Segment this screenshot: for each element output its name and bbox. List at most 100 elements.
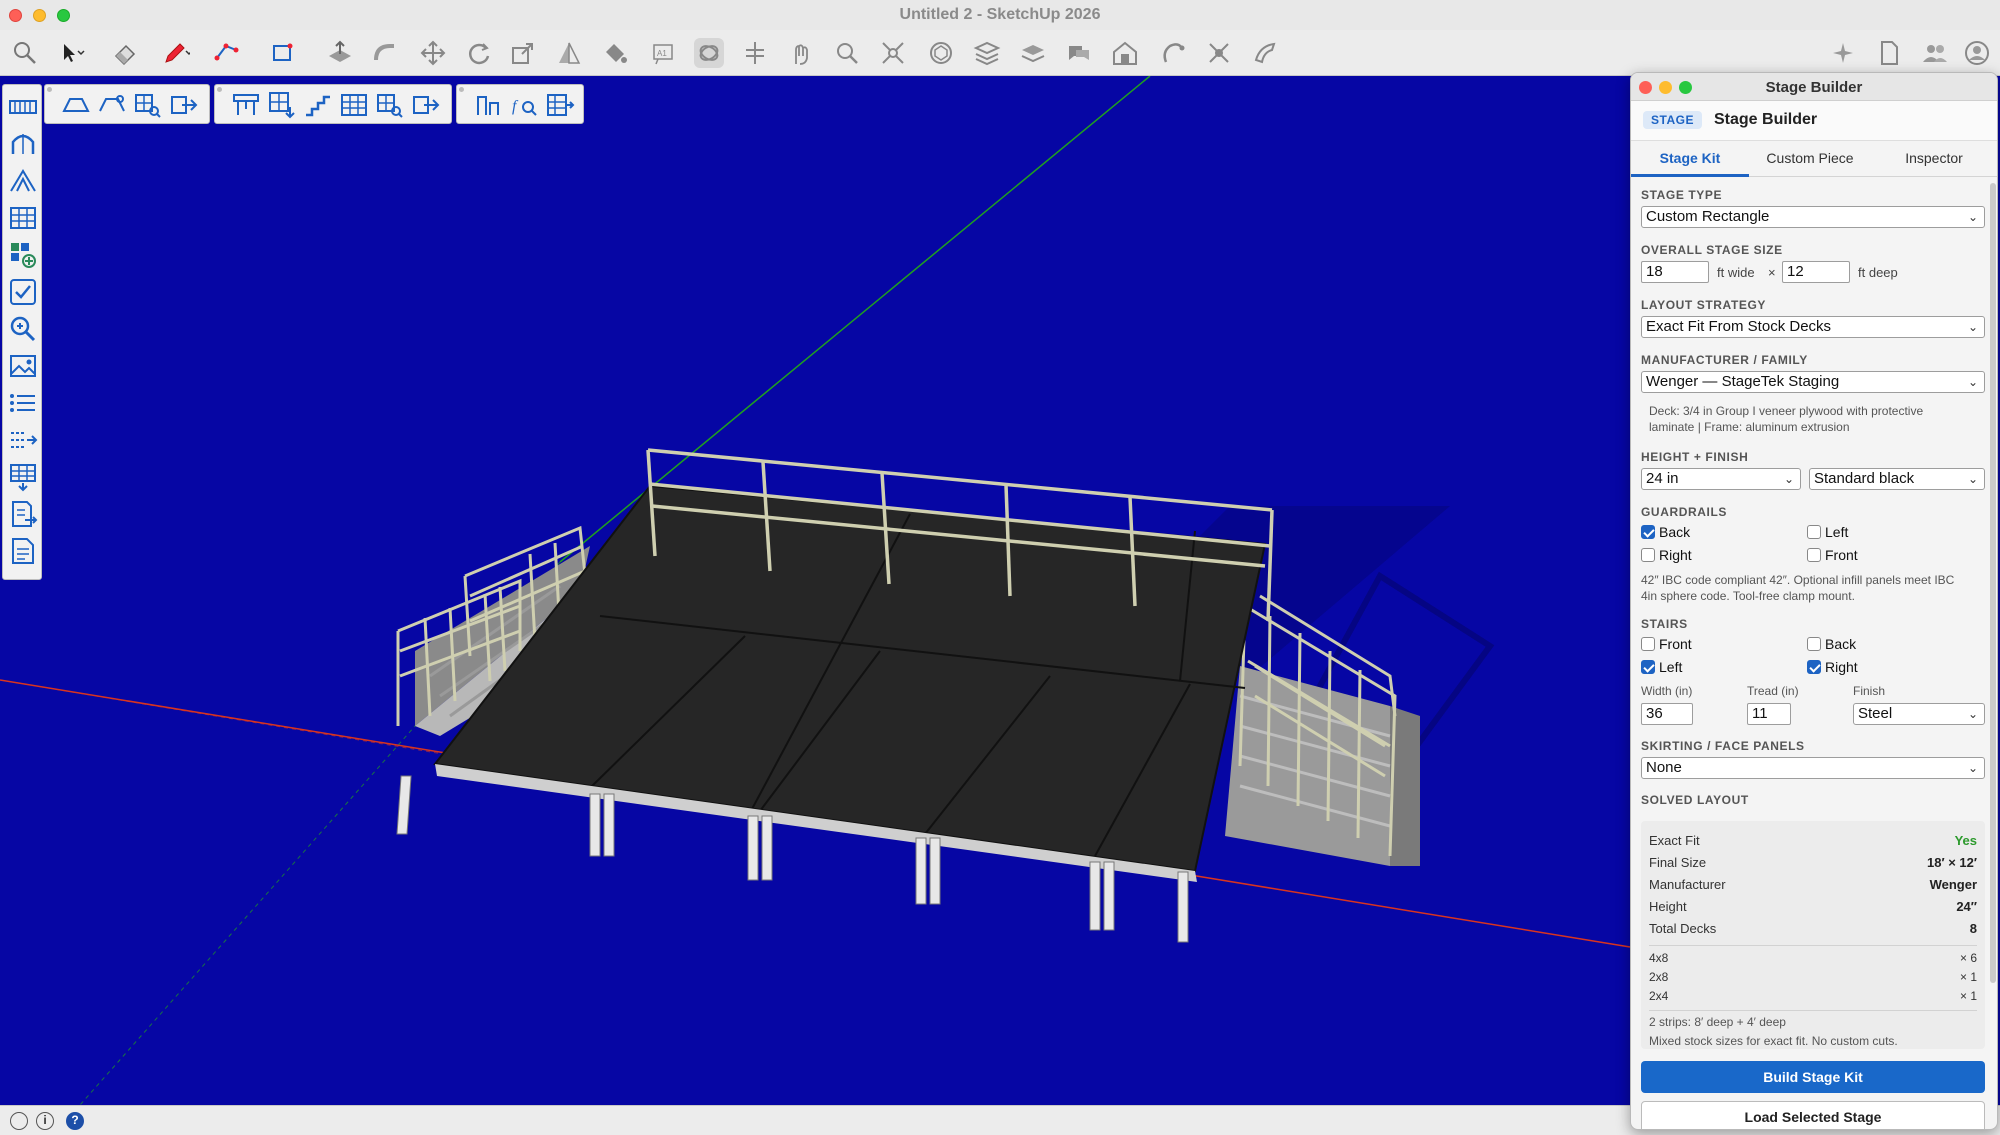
document-icon[interactable] bbox=[1874, 38, 1904, 68]
solved-layout-card: Exact Fit Yes Final Size 18′ × 12′ Manufac… bbox=[1641, 821, 1985, 1049]
sparkle-icon[interactable] bbox=[1828, 38, 1858, 68]
info-icon[interactable]: i bbox=[36, 1112, 54, 1130]
manufacturer-value: Wenger — StageTek Staging bbox=[1646, 373, 1840, 390]
grid-icon[interactable] bbox=[337, 88, 369, 120]
zoom-extents-icon[interactable] bbox=[878, 38, 908, 68]
guardrail-front-label: Front bbox=[1825, 547, 1858, 563]
tab-stage-kit[interactable]: Stage Kit bbox=[1631, 141, 1749, 177]
list-export-icon[interactable] bbox=[7, 424, 39, 456]
guardrail-back-checkbox[interactable]: Back bbox=[1641, 524, 1690, 542]
export-icon[interactable] bbox=[167, 88, 199, 120]
export-2-icon[interactable] bbox=[409, 88, 441, 120]
stage-truss-alt-icon[interactable] bbox=[95, 88, 127, 120]
height-select[interactable]: 24 in ⌄ bbox=[1641, 468, 1801, 490]
rotate-icon[interactable] bbox=[464, 38, 494, 68]
image-icon[interactable] bbox=[7, 350, 39, 382]
guardrails-label: GUARDRAILS bbox=[1641, 505, 1727, 519]
report-export-icon[interactable] bbox=[7, 498, 39, 530]
layers-icon[interactable] bbox=[972, 38, 1002, 68]
stairs-back-checkbox[interactable]: Back bbox=[1807, 636, 1856, 654]
function-search-icon[interactable]: f bbox=[507, 88, 539, 120]
zoom-icon[interactable] bbox=[832, 38, 862, 68]
warehouse-icon[interactable] bbox=[1110, 38, 1140, 68]
load-selected-stage-button[interactable]: Load Selected Stage bbox=[1641, 1101, 1985, 1129]
line-icon[interactable] bbox=[212, 38, 242, 68]
stage-width-input[interactable]: 18 bbox=[1641, 261, 1709, 283]
pan-icon[interactable] bbox=[740, 38, 770, 68]
truss-grid-icon[interactable] bbox=[7, 202, 39, 234]
move-icon[interactable] bbox=[418, 38, 448, 68]
table-export-icon[interactable] bbox=[543, 88, 575, 120]
eraser-icon[interactable] bbox=[110, 38, 140, 68]
tab-custom-piece[interactable]: Custom Piece bbox=[1749, 141, 1871, 177]
zoom-search-icon[interactable] bbox=[7, 313, 39, 345]
guardrail-right-checkbox[interactable]: Right bbox=[1641, 547, 1692, 565]
list-icon[interactable] bbox=[7, 387, 39, 419]
geo-location-icon[interactable] bbox=[10, 1112, 28, 1130]
extension-icon[interactable] bbox=[1158, 38, 1188, 68]
stairs-icon[interactable] bbox=[301, 88, 333, 120]
walk-icon[interactable] bbox=[786, 38, 816, 68]
add-component-icon[interactable] bbox=[7, 239, 39, 271]
table-icon[interactable] bbox=[229, 88, 261, 120]
build-stage-kit-button[interactable]: Build Stage Kit bbox=[1641, 1061, 1985, 1093]
grid-search-icon[interactable] bbox=[131, 88, 163, 120]
users-icon[interactable] bbox=[1920, 38, 1950, 68]
stair-finish-select[interactable]: Steel ⌄ bbox=[1853, 703, 1985, 725]
stair-width-label: Width (in) bbox=[1641, 684, 1693, 698]
text-icon[interactable]: A1 bbox=[648, 38, 678, 68]
stage-depth-input[interactable]: 12 bbox=[1782, 261, 1850, 283]
pencil-icon[interactable] bbox=[160, 38, 193, 68]
strips-note: 2 strips: 8′ deep + 4′ deep bbox=[1649, 1015, 1786, 1029]
final-size-value: 18′ × 12′ bbox=[1927, 855, 1977, 870]
stairs-front-checkbox[interactable]: Front bbox=[1641, 636, 1692, 654]
components-icon[interactable] bbox=[926, 38, 956, 68]
paint-icon[interactable] bbox=[600, 38, 630, 68]
chevron-down-icon: ⌄ bbox=[1967, 761, 1978, 775]
tags-icon[interactable] bbox=[1018, 38, 1048, 68]
materials-icon[interactable] bbox=[1064, 38, 1094, 68]
manufacturer-select[interactable]: Wenger — StageTek Staging ⌄ bbox=[1641, 371, 1985, 393]
section-icon[interactable] bbox=[554, 38, 584, 68]
stair-tread-input[interactable]: 11 bbox=[1747, 703, 1791, 725]
push-pull-icon[interactable] bbox=[325, 38, 355, 68]
scale-icon[interactable] bbox=[508, 38, 538, 68]
styles-icon[interactable] bbox=[1204, 38, 1234, 68]
arch-icon[interactable] bbox=[7, 128, 39, 160]
checklist-icon[interactable] bbox=[7, 276, 39, 308]
table-download-icon[interactable] bbox=[7, 461, 39, 493]
profile-icon[interactable] bbox=[1962, 38, 1992, 68]
grid-search-2-icon[interactable] bbox=[373, 88, 405, 120]
orbit-icon[interactable] bbox=[694, 38, 724, 68]
guardrail-left-checkbox[interactable]: Left bbox=[1807, 524, 1848, 542]
report-icon[interactable] bbox=[7, 535, 39, 567]
column-icon[interactable] bbox=[471, 88, 503, 120]
stairs-right-checkbox[interactable]: Right bbox=[1807, 659, 1858, 677]
exact-fit-value: Yes bbox=[1954, 833, 1977, 848]
panel-header: STAGE Stage Builder bbox=[1631, 101, 1997, 141]
stair-width-input[interactable]: 36 bbox=[1641, 703, 1693, 725]
sandbox-icon[interactable] bbox=[1250, 38, 1280, 68]
rectangle-icon[interactable] bbox=[268, 38, 298, 68]
guardrail-front-checkbox[interactable]: Front bbox=[1807, 547, 1858, 565]
skirting-select[interactable]: None ⌄ bbox=[1641, 757, 1985, 779]
search-icon[interactable] bbox=[10, 38, 40, 68]
tab-inspector[interactable]: Inspector bbox=[1871, 141, 1997, 177]
layout-strategy-select[interactable]: Exact Fit From Stock Decks ⌄ bbox=[1641, 316, 1985, 338]
help-icon[interactable]: ? bbox=[66, 1112, 84, 1130]
checkbox-checked-icon bbox=[1807, 660, 1821, 674]
follow-me-icon[interactable] bbox=[370, 38, 400, 68]
stairs-left-checkbox[interactable]: Left bbox=[1641, 659, 1682, 677]
skirting-value: None bbox=[1646, 759, 1682, 776]
checkbox-icon bbox=[1807, 637, 1821, 651]
panel-scrollbar[interactable] bbox=[1990, 183, 1996, 983]
main-toolbar: A1 bbox=[0, 30, 2000, 76]
grid-download-icon[interactable] bbox=[265, 88, 297, 120]
select-arrow-icon[interactable] bbox=[55, 38, 85, 68]
manufacturer-note-1: Deck: 3/4 in Group I veneer plywood with… bbox=[1649, 404, 1924, 418]
finish-select[interactable]: Standard black ⌄ bbox=[1809, 468, 1985, 490]
barrier-icon[interactable] bbox=[7, 91, 39, 123]
stage-type-select[interactable]: Custom Rectangle ⌄ bbox=[1641, 206, 1985, 228]
tent-icon[interactable] bbox=[7, 165, 39, 197]
stage-truss-icon[interactable] bbox=[59, 88, 91, 120]
